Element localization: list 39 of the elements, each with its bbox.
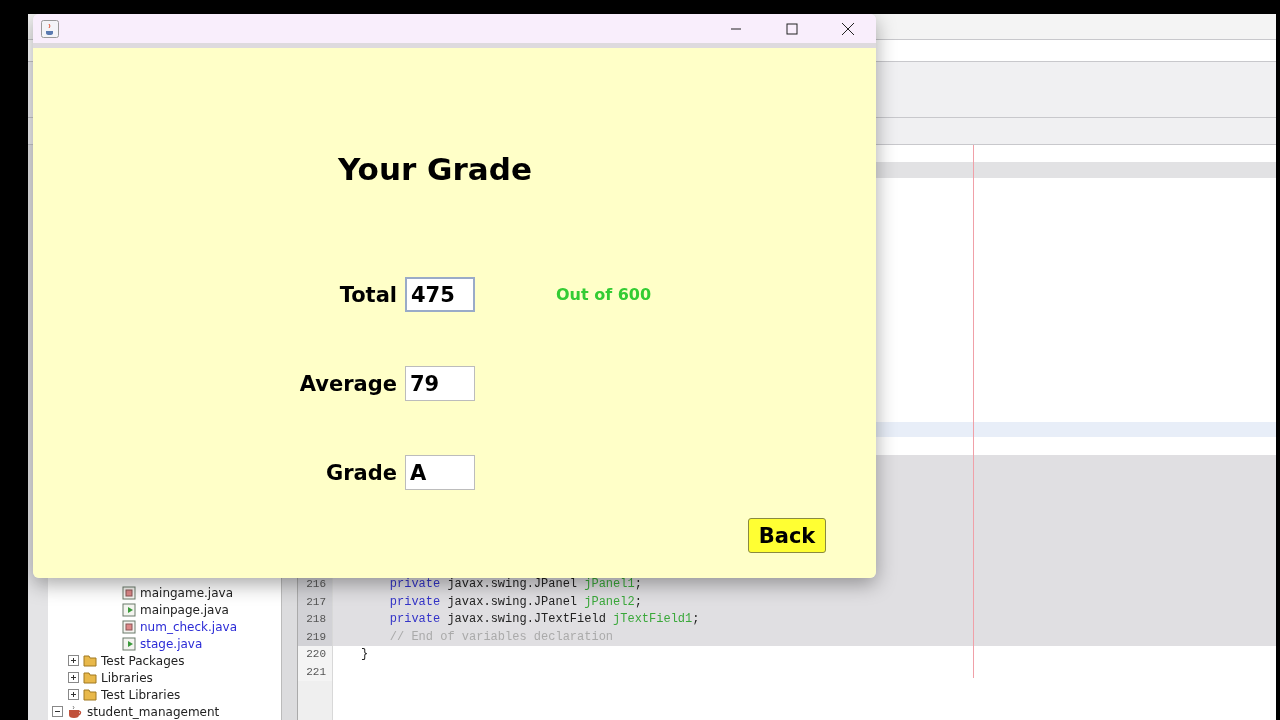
file-name[interactable]: num_check.java	[140, 619, 237, 634]
folder-icon	[83, 654, 97, 667]
collapse-icon[interactable]	[52, 706, 63, 717]
file-name[interactable]: maingame.java	[140, 585, 233, 600]
project-name[interactable]: student_management	[87, 704, 220, 719]
tree-node[interactable]: Libraries	[101, 670, 153, 685]
maximize-icon	[786, 22, 798, 35]
input-field[interactable]: 79	[405, 366, 475, 401]
field-label: Grade	[324, 459, 398, 487]
folder-icon	[83, 688, 97, 701]
note-text: Out of 600	[556, 285, 653, 304]
input-field[interactable]: A	[405, 455, 475, 490]
input-field[interactable]: 475	[405, 277, 475, 312]
line-number: 218	[298, 611, 332, 629]
form-file-icon	[122, 619, 136, 634]
tree-node[interactable]: Test Packages	[101, 653, 185, 668]
folder-icon	[83, 671, 97, 684]
code-line: private javax.swing.JPanel jPanel2;	[388, 593, 643, 611]
code-line: private javax.swing.JTextField jTextField1;	[388, 611, 701, 628]
close-icon	[841, 21, 855, 36]
class-file-icon	[122, 602, 136, 617]
file-name[interactable]: stage.java	[140, 636, 203, 651]
expand-icon[interactable]	[68, 672, 79, 683]
code-line: private javax.swing.JPanel jPanel1;	[388, 576, 643, 593]
form-file-icon	[122, 585, 136, 600]
code-line: }	[360, 646, 370, 663]
field-label: Total	[338, 281, 398, 309]
tree-node[interactable]: Test Libraries	[101, 687, 181, 702]
app-icon	[41, 19, 59, 38]
code-line: // End of variables declaration	[388, 628, 615, 646]
class-file-icon	[122, 636, 136, 651]
heading: Your Grade	[338, 150, 532, 188]
file-name[interactable]: mainpage.java	[140, 602, 229, 617]
expand-icon[interactable]	[68, 655, 79, 666]
back-button[interactable]: Back	[748, 518, 826, 553]
expand-icon[interactable]	[68, 689, 79, 700]
coffee-cup-icon	[67, 704, 83, 719]
field-label: Average	[298, 370, 398, 398]
line-number: 220	[298, 646, 332, 664]
